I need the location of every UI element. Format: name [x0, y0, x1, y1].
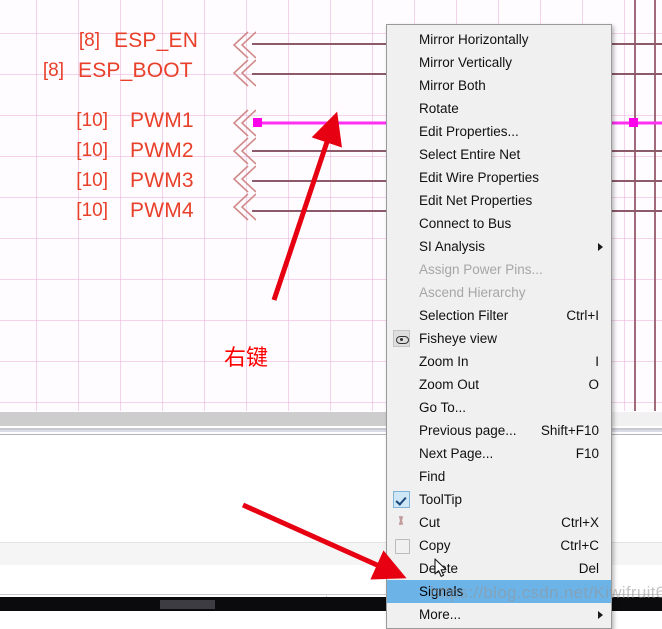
- menu-item-find[interactable]: Find: [387, 465, 611, 488]
- menu-item-label: Ascend Hierarchy: [419, 281, 526, 304]
- menu-item-connect-to-bus[interactable]: Connect to Bus: [387, 212, 611, 235]
- menu-item-more[interactable]: More...: [387, 603, 611, 626]
- net-page-ref: [10]: [54, 140, 108, 162]
- submenu-arrow-icon: [598, 611, 603, 619]
- eye-icon: [393, 330, 410, 347]
- menu-item-accelerator: Shift+F10: [541, 419, 599, 442]
- menu-item-label: Rotate: [419, 97, 459, 120]
- offpage-connector-icon: [226, 108, 256, 223]
- net-page-ref: [8]: [14, 60, 64, 82]
- net-label[interactable]: PWM1: [130, 109, 194, 133]
- bus-line-vertical: [654, 0, 656, 411]
- menu-item-mirror-both[interactable]: Mirror Both: [387, 74, 611, 97]
- menu-item-label: Find: [419, 465, 445, 488]
- menu-item-zoom-out[interactable]: Zoom Out O: [387, 373, 611, 396]
- net-label[interactable]: PWM3: [130, 169, 194, 193]
- net-page-ref: [8]: [50, 30, 100, 52]
- menu-item-label: Zoom In: [419, 350, 469, 373]
- menu-item-si-analysis[interactable]: SI Analysis: [387, 235, 611, 258]
- menu-item-accelerator: O: [588, 373, 599, 396]
- net-junction-right[interactable]: [629, 118, 638, 127]
- taskbar-item[interactable]: [160, 600, 215, 609]
- menu-item-zoom-in[interactable]: Zoom In I: [387, 350, 611, 373]
- menu-item-label: Assign Power Pins...: [419, 258, 543, 281]
- menu-item-label: Connect to Bus: [419, 212, 511, 235]
- copy-icon: [395, 539, 410, 554]
- net-label[interactable]: PWM2: [130, 139, 194, 163]
- menu-item-label: Edit Wire Properties: [419, 166, 539, 189]
- net-page-ref: [10]: [54, 110, 108, 132]
- bus-line-vertical: [634, 0, 636, 411]
- menu-item-mirror-vertically[interactable]: Mirror Vertically: [387, 51, 611, 74]
- menu-item-go-to[interactable]: Go To...: [387, 396, 611, 419]
- menu-item-accelerator: Ctrl+X: [561, 511, 599, 534]
- offpage-connector-icon: [226, 30, 256, 88]
- menu-item-accelerator: I: [595, 350, 599, 373]
- menu-item-label: Select Entire Net: [419, 143, 520, 166]
- menu-item-label: SI Analysis: [419, 235, 485, 258]
- menu-item-select-entire-net[interactable]: Select Entire Net: [387, 143, 611, 166]
- menu-item-edit-properties[interactable]: Edit Properties...: [387, 120, 611, 143]
- menu-item-edit-net-properties[interactable]: Edit Net Properties: [387, 189, 611, 212]
- menu-item-label: Fisheye view: [419, 327, 497, 350]
- menu-item-label: Copy: [419, 534, 451, 557]
- menu-item-label: Zoom Out: [419, 373, 479, 396]
- net-label[interactable]: ESP_EN: [114, 29, 198, 53]
- menu-item-delete[interactable]: Delete Del: [387, 557, 611, 580]
- mouse-cursor: [434, 558, 448, 578]
- menu-item-mirror-horizontally[interactable]: Mirror Horizontally: [387, 28, 611, 51]
- menu-item-label: ToolTip: [419, 488, 462, 511]
- net-page-ref: [10]: [54, 200, 108, 222]
- menu-item-accelerator: Ctrl+C: [560, 534, 599, 557]
- menu-item-next-page[interactable]: Next Page... F10: [387, 442, 611, 465]
- menu-item-label: Mirror Vertically: [419, 51, 512, 74]
- checkbox-checked-icon[interactable]: [393, 491, 410, 508]
- menu-item-label: Cut: [419, 511, 440, 534]
- menu-item-accelerator: Ctrl+I: [566, 304, 599, 327]
- menu-item-label: More...: [419, 603, 461, 626]
- menu-item-assign-power-pins: Assign Power Pins...: [387, 258, 611, 281]
- menu-item-previous-page[interactable]: Previous page... Shift+F10: [387, 419, 611, 442]
- menu-item-fisheye-view[interactable]: Fisheye view: [387, 327, 611, 350]
- menu-item-accelerator: F10: [576, 442, 599, 465]
- menu-item-rotate[interactable]: Rotate: [387, 97, 611, 120]
- menu-item-label: Edit Properties...: [419, 120, 519, 143]
- menu-item-accelerator: Del: [579, 557, 599, 580]
- annotation-right-click-text: 右键: [224, 340, 268, 372]
- menu-item-label: Mirror Both: [419, 74, 486, 97]
- menu-item-label: Edit Net Properties: [419, 189, 532, 212]
- menu-item-label: Selection Filter: [419, 304, 508, 327]
- net-label[interactable]: ESP_BOOT: [78, 59, 193, 83]
- menu-item-tooltip[interactable]: ToolTip: [387, 488, 611, 511]
- context-menu[interactable]: Mirror Horizontally Mirror Vertically Mi…: [386, 24, 612, 629]
- menu-item-copy[interactable]: Copy Ctrl+C: [387, 534, 611, 557]
- watermark-text: https://blog.csdn.net/Kiwifruit666: [430, 583, 662, 603]
- scissors-icon: [395, 516, 408, 529]
- menu-item-label: Go To...: [419, 396, 466, 419]
- submenu-arrow-icon: [598, 243, 603, 251]
- menu-item-label: Previous page...: [419, 419, 517, 442]
- menu-item-label: Mirror Horizontally: [419, 28, 529, 51]
- menu-item-ascend-hierarchy: Ascend Hierarchy: [387, 281, 611, 304]
- menu-item-selection-filter[interactable]: Selection Filter Ctrl+I: [387, 304, 611, 327]
- menu-item-edit-wire-properties[interactable]: Edit Wire Properties: [387, 166, 611, 189]
- net-label[interactable]: PWM4: [130, 199, 194, 223]
- menu-item-cut[interactable]: Cut Ctrl+X: [387, 511, 611, 534]
- net-page-ref: [10]: [54, 170, 108, 192]
- menu-item-label: Next Page...: [419, 442, 493, 465]
